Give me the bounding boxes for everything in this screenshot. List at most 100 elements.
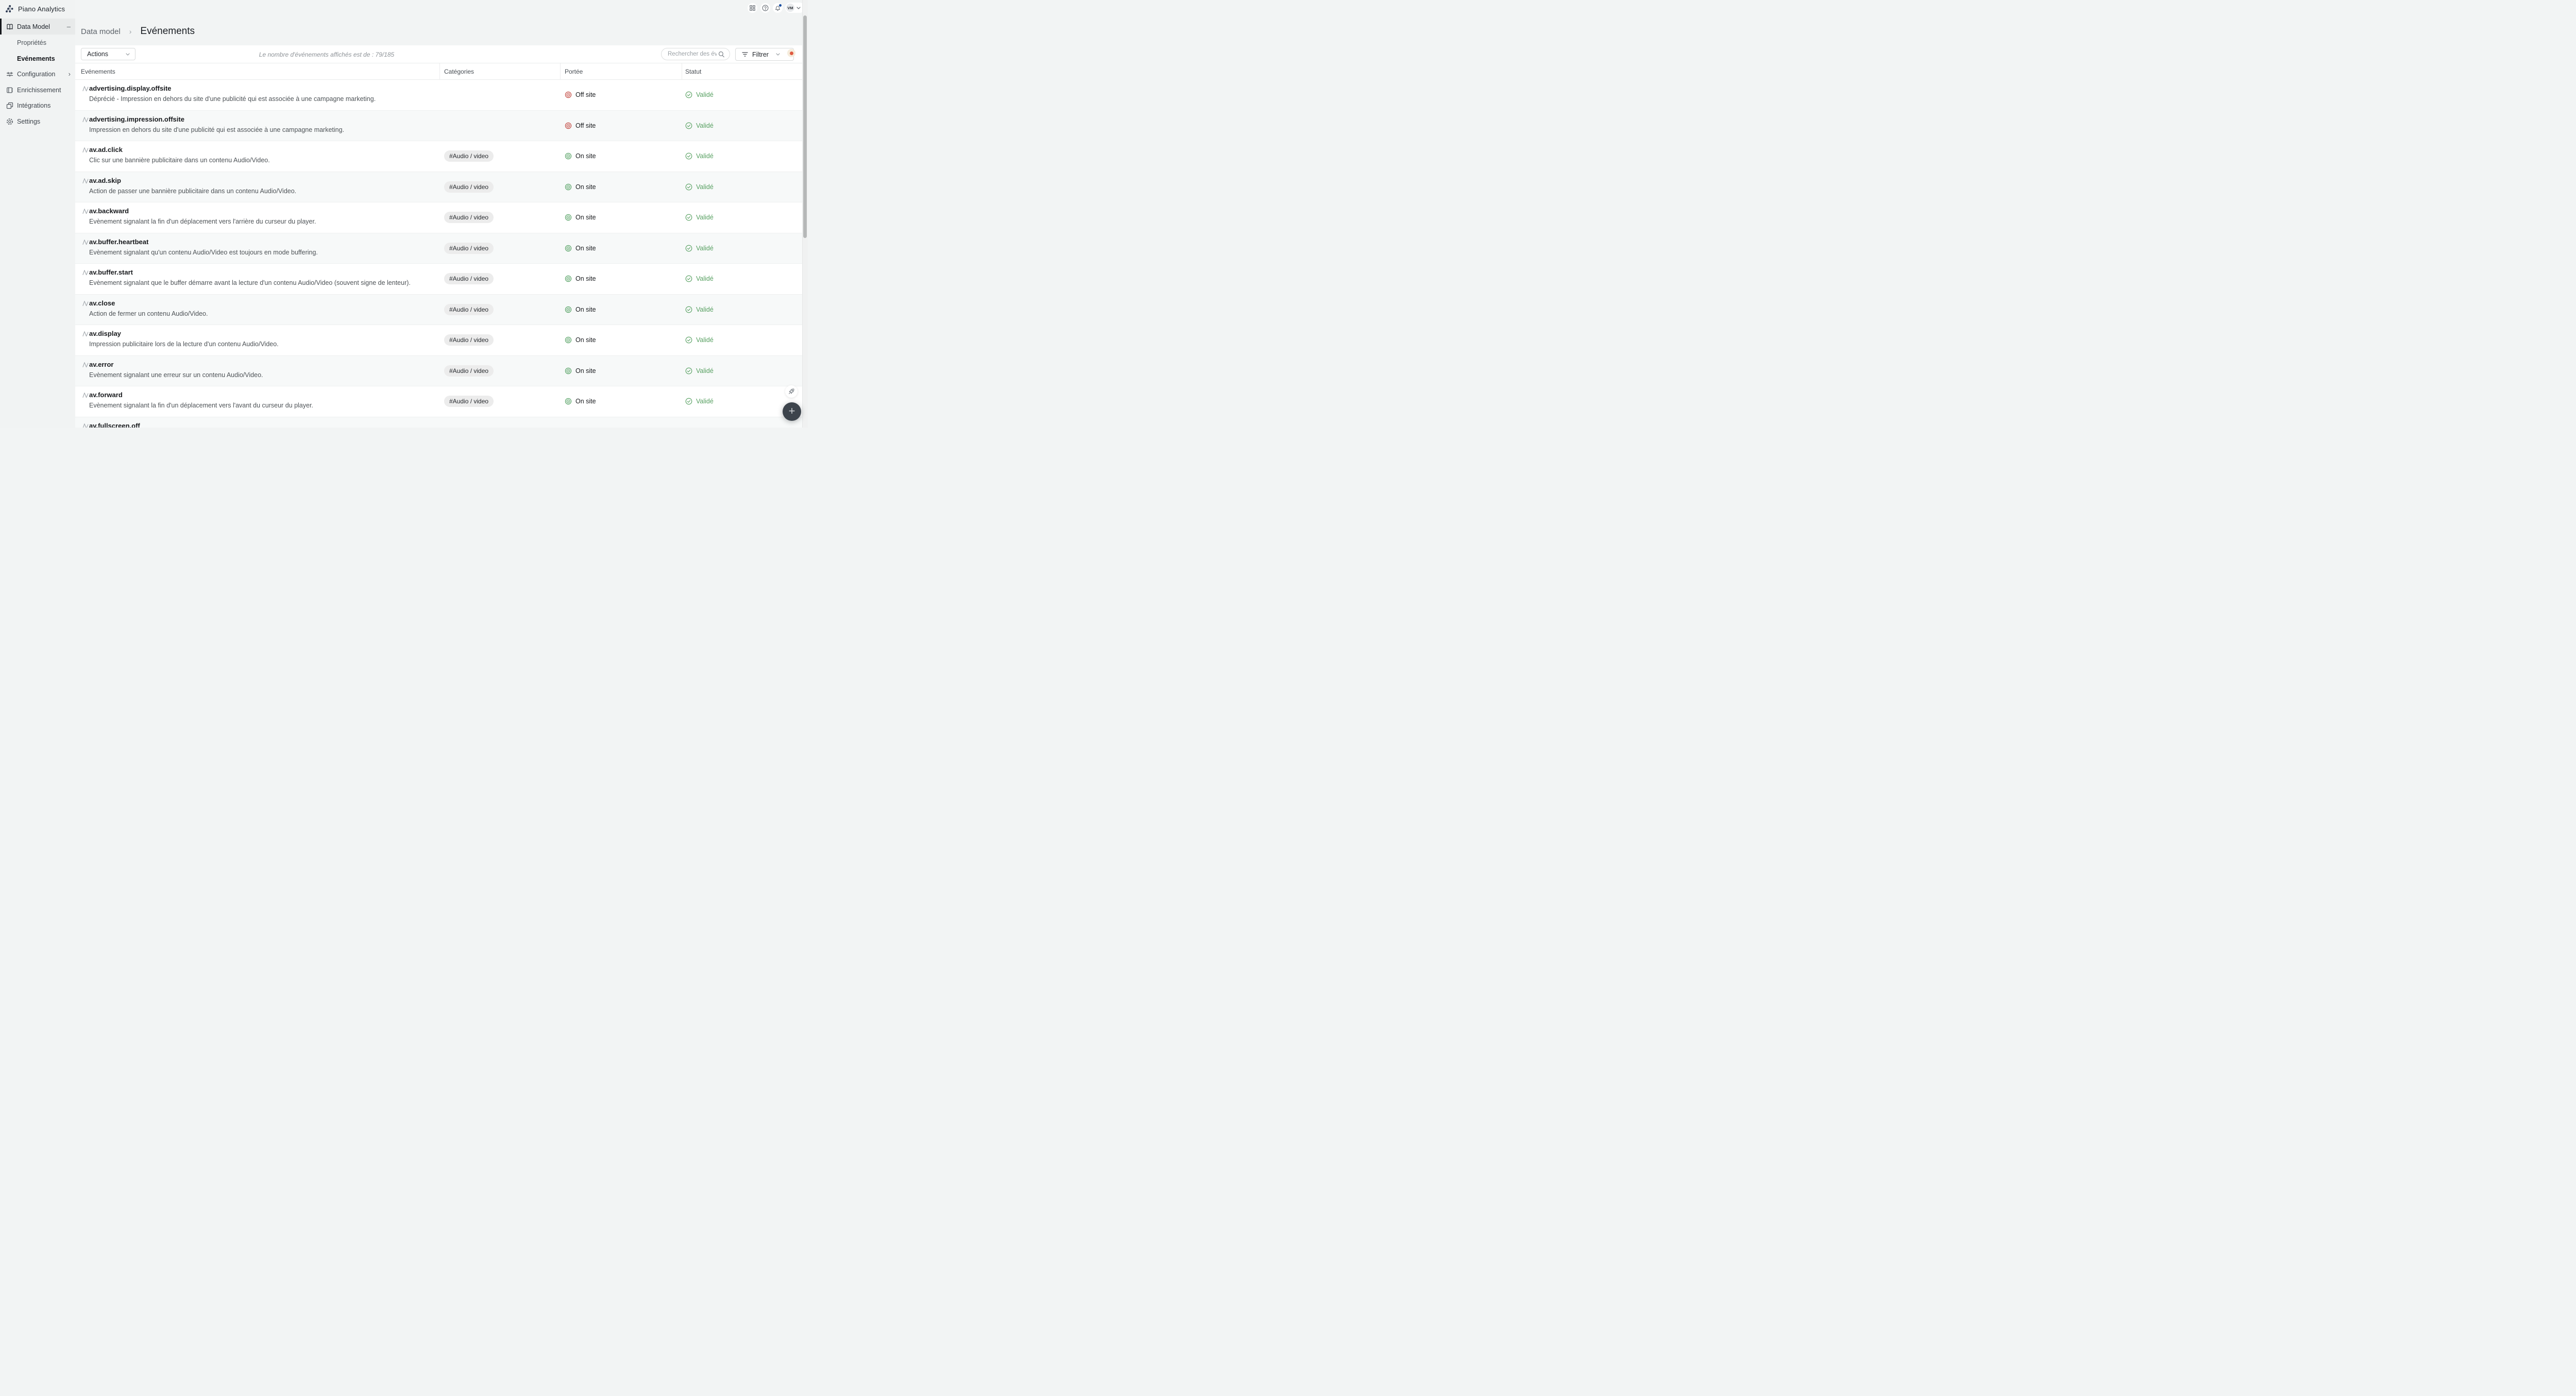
- status-cell: Validé: [685, 336, 714, 344]
- target-icon: [565, 183, 572, 191]
- event-description: Déprécié - Impression en dehors du site …: [89, 95, 376, 103]
- sidebar-item-data-model[interactable]: Data Model –: [0, 19, 75, 35]
- breadcrumb-separator: ›: [129, 27, 132, 36]
- event-pulse-icon: [82, 300, 89, 307]
- target-icon: [565, 91, 572, 98]
- scope-cell: On site: [565, 245, 596, 252]
- status-label: Validé: [696, 183, 714, 191]
- check-circle-icon: [685, 367, 692, 374]
- help-button[interactable]: [760, 3, 770, 13]
- scope-label: On site: [575, 367, 596, 374]
- scope-label: On site: [575, 398, 596, 405]
- status-cell: Validé: [685, 398, 714, 405]
- status-label: Validé: [696, 275, 714, 283]
- table-row[interactable]: av.display Impression publicitaire lors …: [75, 325, 802, 356]
- status-label: Validé: [696, 214, 714, 222]
- event-description: Action de passer une bannière publicitai…: [89, 187, 297, 195]
- sidebar-item-settings[interactable]: Settings: [0, 113, 75, 129]
- scope-label: On site: [575, 305, 596, 313]
- table-row[interactable]: av.close Action de fermer un contenu Aud…: [75, 294, 802, 325]
- plus-icon: +: [788, 404, 795, 417]
- column-header-statut: Statut: [685, 68, 702, 75]
- sidebar-item-proprietes[interactable]: Propriétés: [0, 35, 75, 50]
- event-name: av.fullscreen.off: [89, 421, 140, 428]
- notification-badge: [779, 4, 782, 7]
- event-pulse-icon: [82, 269, 89, 276]
- event-pulse-icon: [82, 423, 89, 428]
- event-pulse-icon: [82, 86, 89, 92]
- breadcrumb-section[interactable]: Data model: [81, 27, 121, 36]
- event-name: av.error: [89, 360, 114, 368]
- scope-label: On site: [575, 152, 596, 160]
- event-name: av.ad.click: [89, 146, 123, 154]
- target-icon: [565, 398, 572, 405]
- notifications-button[interactable]: [773, 3, 783, 13]
- table-row[interactable]: av.ad.skip Action de passer une bannière…: [75, 172, 802, 202]
- target-icon: [565, 306, 572, 313]
- category-chip: #Audio / video: [444, 273, 494, 285]
- check-circle-icon: [685, 398, 692, 405]
- brand[interactable]: Piano Analytics: [5, 3, 65, 14]
- check-circle-icon: [685, 336, 692, 344]
- sidebar-item-label: Settings: [17, 117, 41, 125]
- scrollbar-track[interactable]: [802, 0, 808, 428]
- check-circle-icon: [685, 91, 692, 98]
- table-row[interactable]: av.fullscreen.off: [75, 417, 802, 428]
- event-name: av.close: [89, 299, 115, 307]
- gear-icon: [6, 118, 13, 125]
- event-pulse-icon: [82, 331, 89, 337]
- search-icon[interactable]: [718, 51, 725, 58]
- event-pulse-icon: [82, 208, 89, 214]
- category-chip: #Audio / video: [444, 303, 494, 315]
- sidebar-item-integrations[interactable]: Intégrations: [0, 97, 75, 113]
- target-icon: [565, 367, 572, 374]
- sidebar-item-enrichissement[interactable]: Enrichissement: [0, 82, 75, 98]
- scope-label: Off site: [575, 122, 596, 129]
- event-description: Evènement signalant la fin d'un déplacem…: [89, 402, 313, 409]
- grid-icon: [750, 5, 755, 11]
- actions-dropdown-button[interactable]: Actions: [81, 48, 135, 60]
- sidebar-item-evenements[interactable]: Evénements: [0, 50, 75, 66]
- sidebar-item-configuration[interactable]: Configuration ›: [0, 66, 75, 82]
- collapse-minus-icon[interactable]: –: [67, 23, 71, 30]
- filter-label: Filtrer: [752, 50, 769, 58]
- table-row[interactable]: av.buffer.start Evènement signalant que …: [75, 264, 802, 295]
- table-row[interactable]: av.forward Evènement signalant la fin d'…: [75, 386, 802, 417]
- search-input[interactable]: [668, 51, 717, 57]
- event-description: Evènement signalant la fin d'un déplacem…: [89, 218, 316, 225]
- search-box: [661, 48, 730, 60]
- filter-button[interactable]: Filtrer: [735, 48, 795, 61]
- quick-launch-button[interactable]: [785, 385, 798, 398]
- notebook-icon: [6, 87, 13, 94]
- add-event-button[interactable]: +: [783, 402, 801, 421]
- scope-label: On site: [575, 214, 596, 222]
- scope-cell: On site: [565, 336, 596, 344]
- apps-grid-button[interactable]: [748, 3, 757, 13]
- scope-label: On site: [575, 275, 596, 283]
- event-description: Action de fermer un contenu Audio/Video.: [89, 310, 208, 317]
- status-cell: Validé: [685, 367, 714, 374]
- column-header-evenements: Evénements: [81, 68, 115, 75]
- table-row[interactable]: av.backward Evènement signalant la fin d…: [75, 202, 802, 233]
- table-row[interactable]: advertising.impression.offsite Impressio…: [75, 110, 802, 141]
- scrollbar-thumb[interactable]: [803, 15, 807, 238]
- table-row[interactable]: av.error Evènement signalant une erreur …: [75, 355, 802, 386]
- events-count-info: Le nombre d'événements affichés est de :…: [259, 51, 395, 58]
- table-row[interactable]: av.ad.click Clic sur une bannière public…: [75, 141, 802, 172]
- check-circle-icon: [685, 306, 692, 313]
- scope-cell: Off site: [565, 91, 596, 98]
- event-name: advertising.impression.offsite: [89, 115, 184, 123]
- status-cell: Validé: [685, 152, 714, 160]
- target-icon: [565, 122, 572, 129]
- scope-label: On site: [575, 244, 596, 252]
- table-header: Evénements Catégories Portée Statut: [75, 63, 802, 80]
- piano-analytics-logo-icon: [5, 5, 14, 13]
- events-panel: Actions Le nombre d'événements affichés …: [75, 45, 802, 428]
- event-pulse-icon: [82, 178, 89, 184]
- table-row[interactable]: av.buffer.heartbeat Evènement signalant …: [75, 233, 802, 264]
- status-label: Validé: [696, 91, 714, 99]
- filter-lines-icon: [742, 52, 748, 57]
- table-row[interactable]: advertising.display.offsite Déprécié - I…: [75, 80, 802, 111]
- check-circle-icon: [685, 214, 692, 221]
- scope-cell: Off site: [565, 122, 596, 129]
